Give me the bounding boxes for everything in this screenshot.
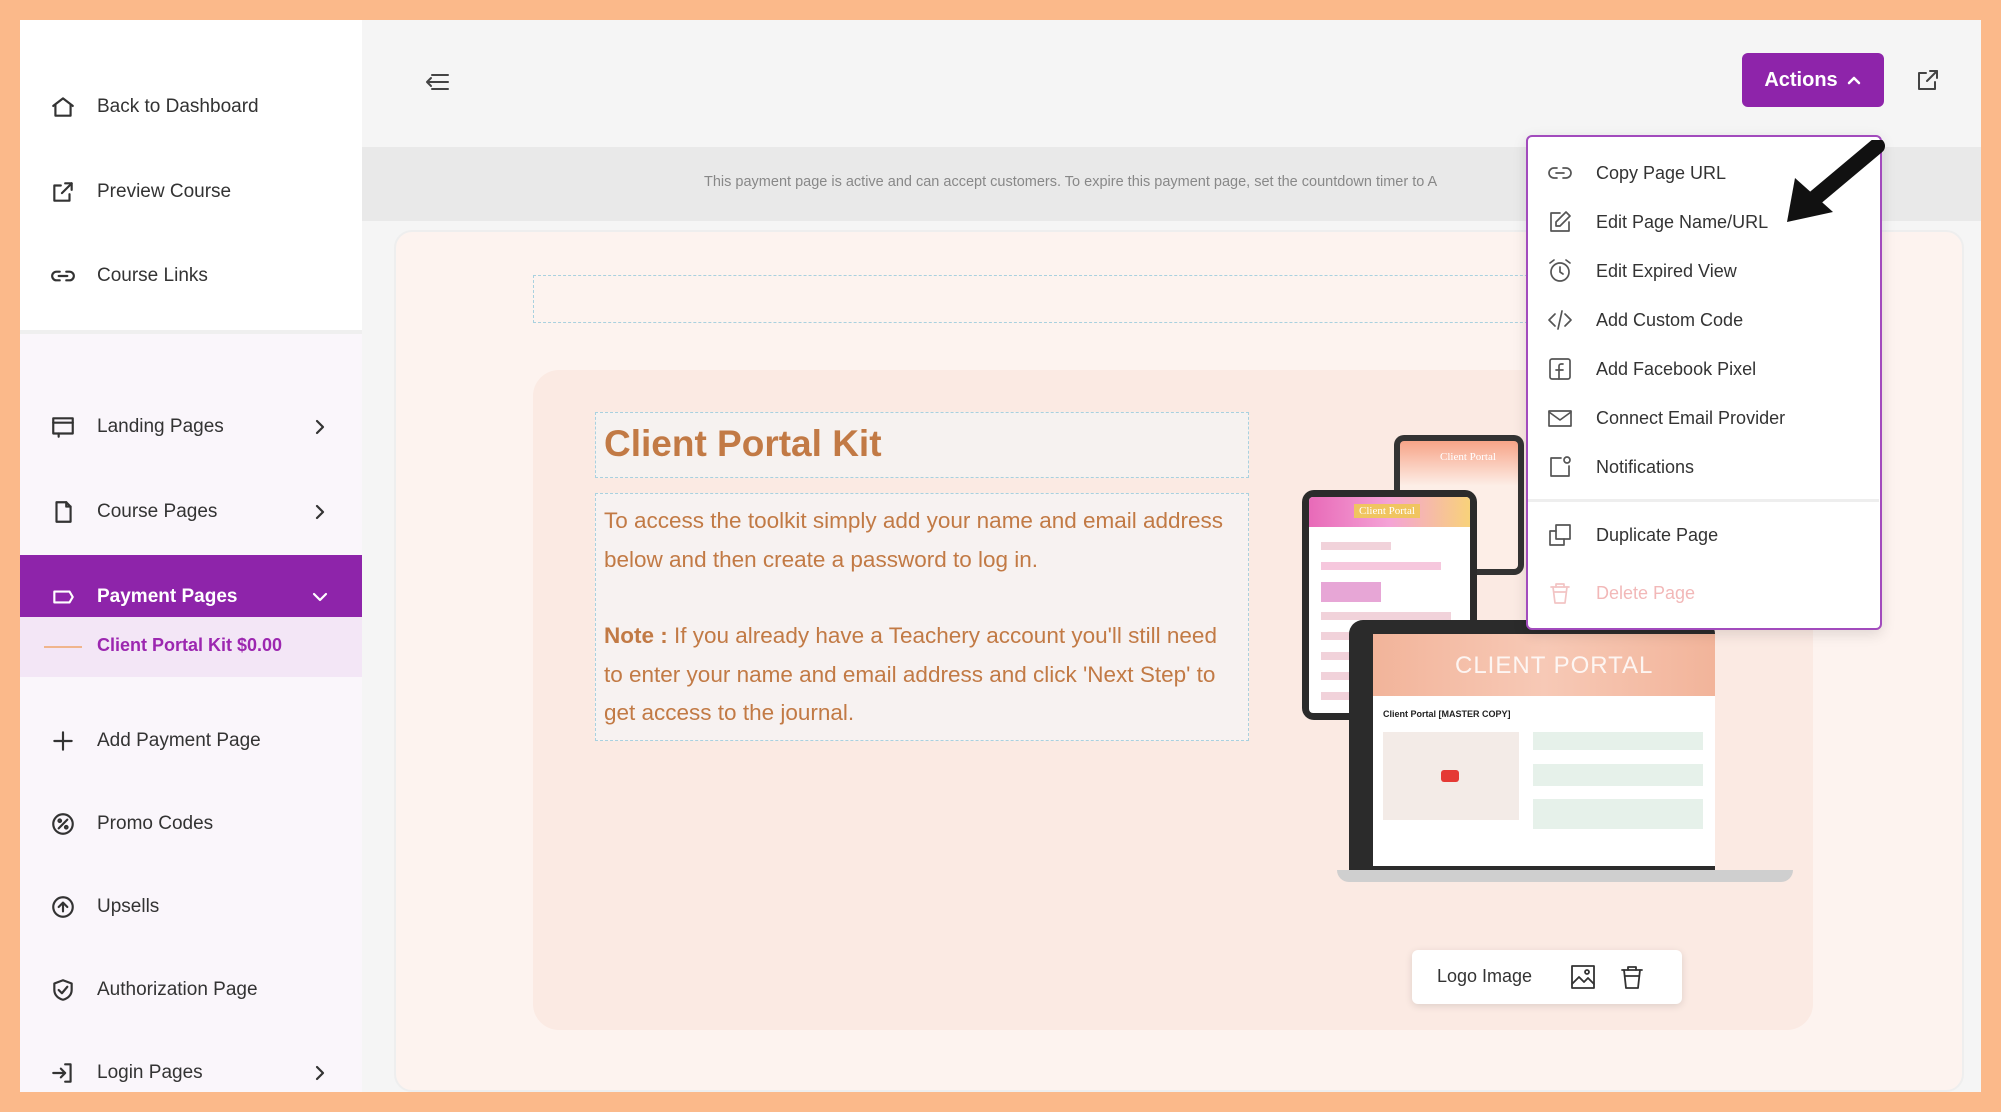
sidebar-item-label: Payment Pages [97, 586, 238, 607]
sidebar-item-course-pages[interactable]: Course Pages [20, 470, 362, 554]
image-icon[interactable] [1568, 962, 1598, 992]
external-link-icon[interactable] [1914, 66, 1942, 94]
note-label: Note : [604, 623, 668, 648]
actions-button-label: Actions [1764, 68, 1838, 91]
mockup-tablet-label: Client Portal [1354, 504, 1420, 518]
menu-item-label: Duplicate Page [1596, 524, 1719, 545]
collapse-sidebar-icon[interactable] [422, 67, 452, 97]
sidebar-item-back-to-dashboard[interactable]: Back to Dashboard [20, 65, 362, 149]
sidebar-item-label: Authorization Page [97, 979, 258, 1000]
trash-icon[interactable] [1617, 962, 1647, 992]
mockup-laptop-header: CLIENT PORTAL [1455, 652, 1654, 679]
sidebar-item-add-payment-page[interactable]: Add Payment Page [20, 699, 362, 783]
copy-icon [1546, 521, 1574, 549]
sidebar-item-upsells[interactable]: Upsells [20, 865, 362, 949]
sidebar-item-course-links[interactable]: Course Links [20, 234, 362, 318]
menu-item-label: Edit Expired View [1596, 260, 1737, 281]
tag-icon [49, 583, 77, 611]
chevron-up-icon [1847, 76, 1860, 85]
menu-item-add-facebook-pixel[interactable]: Add Facebook Pixel [1528, 347, 1879, 391]
menu-item-connect-email-provider[interactable]: Connect Email Provider [1528, 396, 1879, 440]
note-text: If you already have a Teachery account y… [604, 623, 1217, 725]
subitem-indicator [44, 646, 82, 648]
arrow-up-circle-icon [49, 893, 77, 921]
menu-item-edit-expired-view[interactable]: Edit Expired View [1528, 249, 1879, 293]
menu-item-label: Delete Page [1596, 582, 1696, 603]
chevron-right-icon [310, 502, 330, 522]
sidebar-subitem-client-portal-kit[interactable]: Client Portal Kit $0.00 [20, 617, 362, 677]
notification-icon [1546, 453, 1574, 481]
description-paragraph: To access the toolkit simply add your na… [604, 508, 1224, 572]
sidebar-item-promo-codes[interactable]: Promo Codes [20, 782, 362, 866]
app-window: Back to Dashboard Preview Course Course … [20, 20, 1981, 1092]
shield-check-icon [49, 976, 77, 1004]
sidebar-item-authorization-page[interactable]: Authorization Page [20, 948, 362, 1032]
sidebar-subitem-label: Client Portal Kit $0.00 [97, 635, 283, 655]
facebook-icon [1546, 355, 1574, 383]
mockup-tablet-back-label: Client Portal [1440, 451, 1496, 463]
menu-item-label: Connect Email Provider [1596, 407, 1786, 428]
sidebar-item-landing-pages[interactable]: Landing Pages [20, 385, 362, 469]
chevron-right-icon [310, 1063, 330, 1083]
alarm-clock-icon [1546, 257, 1574, 285]
page-title-block[interactable]: Client Portal Kit [595, 412, 1249, 478]
menu-item-label: Notifications [1596, 456, 1695, 477]
sidebar-item-label: Preview Course [97, 181, 232, 202]
login-icon [49, 1059, 77, 1087]
link-icon [49, 262, 77, 290]
annotation-arrow-icon [1787, 140, 1885, 222]
sidebar-item-label: Back to Dashboard [97, 96, 259, 117]
sidebar-item-preview-course[interactable]: Preview Course [20, 150, 362, 234]
page-title: Client Portal Kit [604, 423, 882, 464]
logo-image-toolbar: Logo Image [1412, 950, 1682, 1004]
menu-item-add-custom-code[interactable]: Add Custom Code [1528, 298, 1879, 342]
home-icon [49, 93, 77, 121]
mockup-laptop-subtitle: Client Portal [MASTER COPY] [1383, 709, 1511, 719]
trash-icon [1546, 579, 1574, 607]
link-icon [1546, 159, 1574, 187]
menu-divider [1528, 499, 1879, 502]
menu-item-label: Edit Page Name/URL [1596, 211, 1769, 232]
sidebar-item-label: Course Links [97, 265, 208, 286]
chevron-down-icon [310, 587, 330, 607]
mockup-laptop: CLIENT PORTAL Client Portal [MASTER COPY… [1337, 620, 1793, 882]
editable-placeholder-block[interactable] [533, 275, 1573, 323]
actions-button[interactable]: Actions [1742, 53, 1884, 107]
sidebar-item-label: Login Pages [97, 1062, 203, 1083]
menu-item-notifications[interactable]: Notifications [1528, 445, 1879, 489]
sidebar-item-label: Landing Pages [97, 416, 224, 437]
status-notice-text: This payment page is active and can acce… [704, 174, 1438, 190]
sidebar-item-label: Upsells [97, 896, 160, 917]
top-bar: Actions [362, 20, 1981, 147]
external-link-icon [49, 178, 77, 206]
percent-icon [49, 810, 77, 838]
sidebar-item-label: Course Pages [97, 501, 218, 522]
sidebar-item-login-pages[interactable]: Login Pages [20, 1031, 362, 1092]
menu-item-label: Copy Page URL [1596, 162, 1727, 183]
file-icon [49, 498, 77, 526]
code-icon [1546, 306, 1574, 334]
description-text-block[interactable]: To access the toolkit simply add your na… [595, 493, 1249, 741]
sidebar-item-label: Promo Codes [97, 813, 214, 834]
plus-icon [49, 727, 77, 755]
edit-icon [1546, 208, 1574, 236]
menu-item-delete-page: Delete Page [1528, 571, 1879, 615]
layout-icon [49, 413, 77, 441]
logo-image-label: Logo Image [1437, 966, 1533, 986]
mail-icon [1546, 404, 1574, 432]
menu-item-label: Add Custom Code [1596, 309, 1744, 330]
menu-item-label: Add Facebook Pixel [1596, 358, 1757, 379]
menu-item-duplicate-page[interactable]: Duplicate Page [1528, 513, 1879, 557]
sidebar-item-label: Add Payment Page [97, 730, 261, 751]
note-paragraph: Note : If you already have a Teachery ac… [604, 617, 1240, 733]
sidebar: Back to Dashboard Preview Course Course … [20, 20, 362, 1092]
chevron-right-icon [310, 417, 330, 437]
